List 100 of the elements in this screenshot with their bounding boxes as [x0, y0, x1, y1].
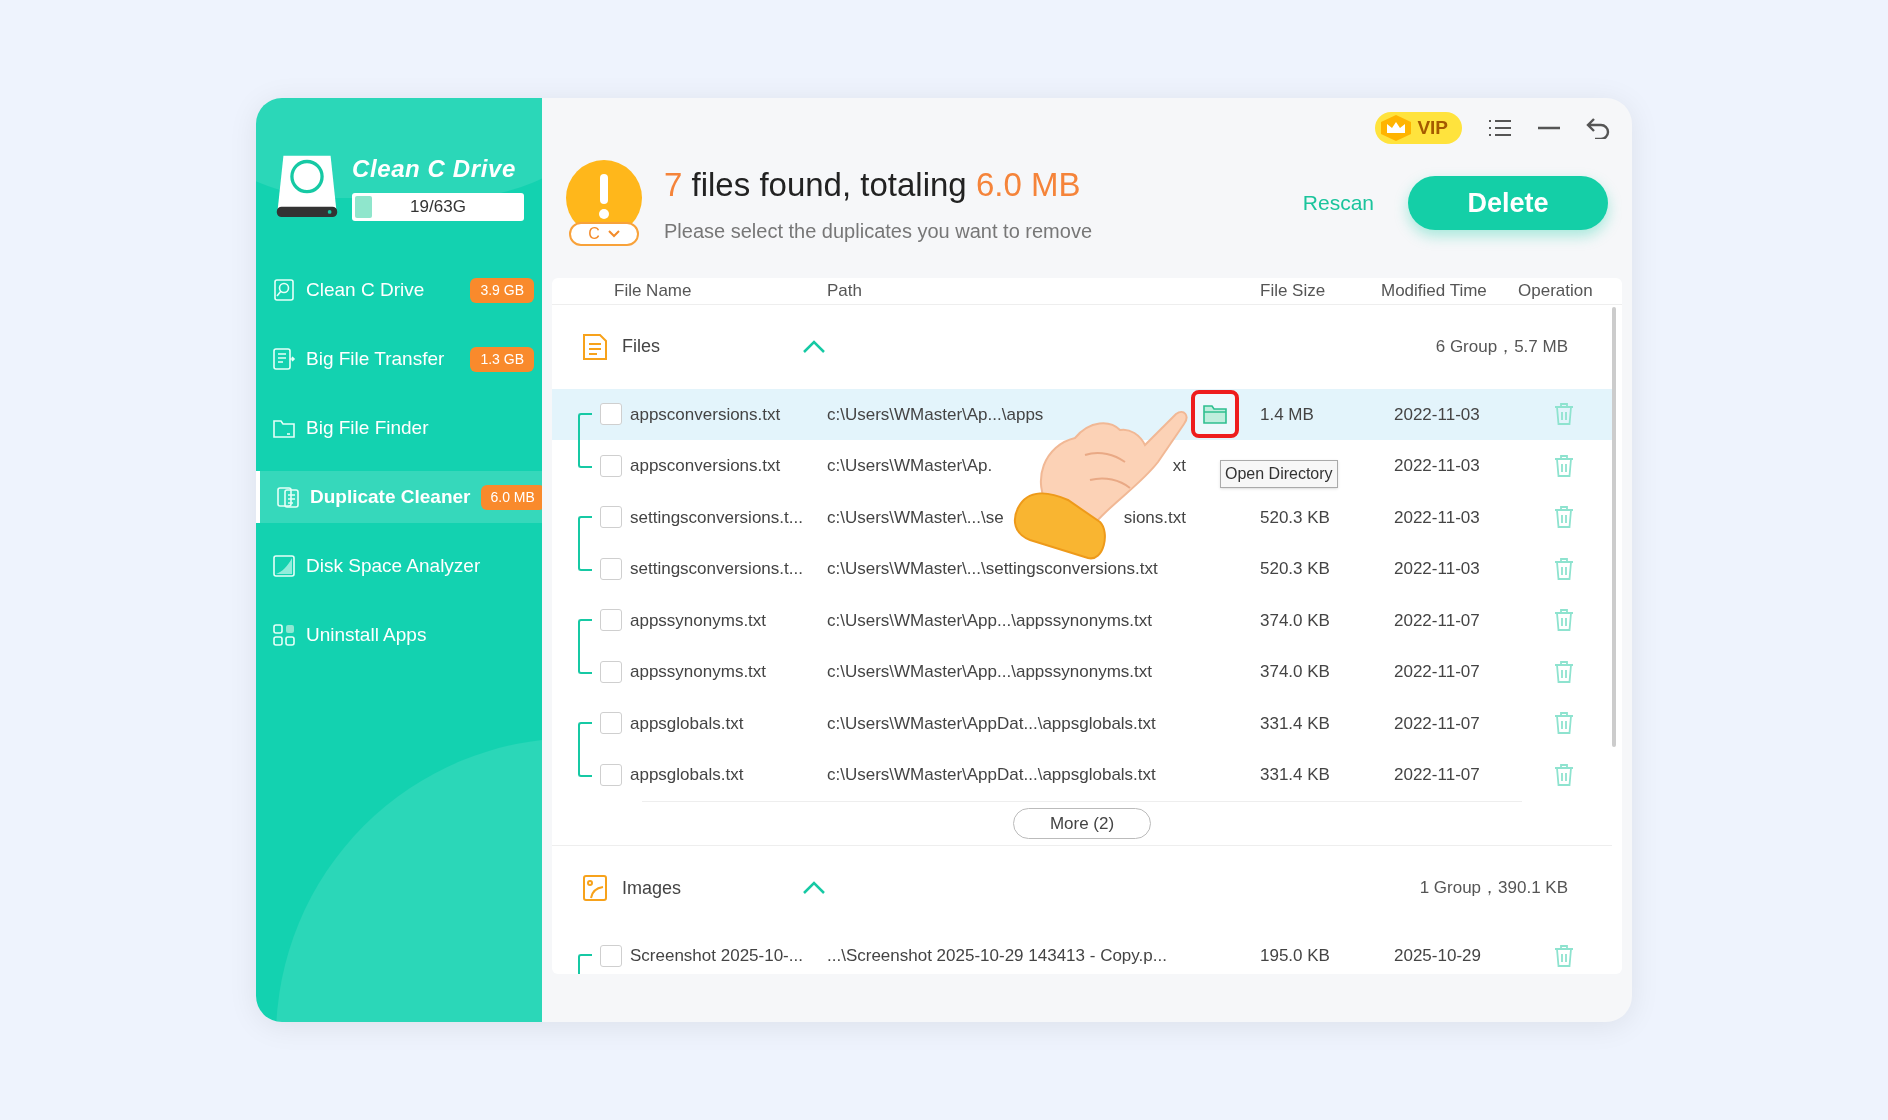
trash-icon[interactable]	[1553, 943, 1575, 968]
chart-icon	[272, 554, 296, 578]
file-path: ...\Screenshot 2025-10-29 143413 - Copy.p...	[827, 945, 1167, 967]
modified-date: 2022-11-07	[1394, 609, 1481, 632]
drive-selector[interactable]: C	[569, 222, 639, 246]
tooltip: Open Directory	[1220, 460, 1338, 488]
column-header: Modified Time	[1381, 280, 1488, 302]
file-size: 331.4 KB	[1260, 765, 1330, 784]
trash-icon[interactable]	[1553, 608, 1575, 633]
delete-button[interactable]: Delete	[1408, 176, 1608, 230]
nav-label: Uninstall Apps	[306, 622, 427, 647]
modified-date: 2022-11-03	[1394, 506, 1481, 529]
file-name: Screenshot 2025-10-...	[629, 945, 804, 967]
checkbox[interactable]	[600, 763, 622, 786]
group-bracket	[578, 618, 592, 674]
group-bracket	[578, 721, 592, 777]
highlighted-row[interactable]: appsconversions.txt c:\Users\WMaster\Ap...\apps 1.4 MB 2022-11-03	[552, 388, 1612, 440]
vip-label: VIP	[1417, 115, 1448, 140]
trash-icon[interactable]	[1553, 453, 1575, 478]
column-header: Path	[827, 280, 863, 302]
open-directory-button[interactable]	[1191, 390, 1239, 439]
document-arrow-icon	[272, 347, 296, 371]
file-name: appsglobals.txt	[629, 712, 745, 735]
checkbox[interactable]	[600, 506, 622, 529]
collapse-chevron-icon[interactable]	[802, 881, 826, 895]
file-path: sions.txt	[1123, 506, 1186, 529]
file-size: 374.0 KB	[1260, 610, 1330, 630]
checkbox[interactable]	[600, 944, 622, 967]
file-path: c:\Users\WMaster\App...\appssynonyms.txt	[827, 609, 1152, 632]
duplicate-documents-icon	[276, 485, 300, 509]
nav-item[interactable]: Uninstall Apps	[256, 609, 542, 661]
summary-subtitle: Please select the duplicates you want to remove	[664, 218, 1093, 244]
trash-icon[interactable]	[1553, 762, 1575, 787]
column-header: File Size	[1260, 280, 1327, 302]
file-path: c:\Users\WMaster\Ap.	[827, 455, 993, 477]
nav-item[interactable]: Disk Space Analyzer	[256, 540, 542, 592]
file-path: xt	[1172, 455, 1186, 477]
collapse-chevron-icon[interactable]	[802, 339, 826, 354]
file-path: c:\Users\WMaster\AppDat...\appsglobals.txt	[827, 712, 1156, 735]
file-size: 520.3 KB	[1260, 507, 1330, 527]
modified-date: 2022-11-07	[1394, 712, 1481, 735]
trash-icon[interactable]	[1553, 711, 1575, 736]
rescan-link[interactable]: Rescan	[1302, 187, 1374, 219]
folder-icon	[1203, 404, 1227, 425]
file-name: appsconversions.txt	[629, 403, 782, 426]
apps-grid-icon	[272, 623, 296, 647]
trash-icon[interactable]	[1553, 505, 1575, 530]
chevron-down-icon	[607, 230, 620, 238]
file-path: c:\Users\WMaster\Ap...\apps	[827, 403, 1044, 426]
nav-item[interactable]: Big File Finder	[256, 402, 542, 454]
file-path: c:\Users\WMaster\App...\appssynonyms.txt	[827, 661, 1152, 683]
file-size: 195.0 KB	[1260, 946, 1330, 965]
scrollbar[interactable]	[1612, 306, 1616, 747]
nav-label: Duplicate Cleaner	[310, 484, 471, 509]
back-arrow-icon[interactable]	[1586, 117, 1610, 139]
modified-date: 2022-11-07	[1394, 764, 1481, 786]
size-badge: 3.9 GB	[470, 277, 534, 303]
checkbox[interactable]	[600, 660, 622, 683]
size-badge: 6.0 MB	[480, 484, 542, 510]
section-summary: 1 Group，390.1 KB	[1419, 877, 1568, 900]
column-header: Operation	[1518, 280, 1593, 302]
modified-date: 2022-11-03	[1394, 403, 1481, 426]
file-name: appssynonyms.txt	[629, 661, 768, 683]
file-path: c:\Users\WMaster\...\settingsconversions.txt	[827, 558, 1158, 580]
modified-date: 2022-11-03	[1394, 455, 1481, 477]
trash-icon[interactable]	[1553, 402, 1575, 427]
file-size: 520.3 KB	[1260, 559, 1330, 578]
trash-icon[interactable]	[1553, 659, 1575, 684]
nav-item[interactable]: Big File Transfer 1.3 GB	[256, 333, 542, 385]
column-header: File Name	[613, 280, 693, 302]
file-path: c:\Users\WMaster\...\se	[827, 506, 1004, 529]
menu-icon[interactable]	[1488, 118, 1512, 138]
checkbox[interactable]	[600, 403, 622, 426]
vip-badge[interactable]: VIP	[1375, 112, 1462, 144]
file-name: settingsconversions.t...	[629, 506, 804, 529]
nav-label: Big File Transfer	[306, 346, 445, 371]
checkbox[interactable]	[600, 557, 622, 580]
nav-item[interactable]: Duplicate Cleaner 6.0 MB	[256, 471, 542, 523]
nav-item[interactable]: Clean C Drive 3.9 GB	[256, 264, 542, 316]
disk-usage-text: 19/63G	[410, 196, 466, 219]
file-name: appsconversions.txt	[629, 455, 782, 477]
modified-date: 2022-11-07	[1394, 661, 1481, 683]
modified-date: 2025-10-29	[1394, 945, 1482, 967]
size-badge: 1.3 GB	[470, 346, 534, 372]
checkbox[interactable]	[600, 454, 622, 477]
image-icon	[582, 874, 608, 902]
document-icon	[582, 332, 608, 361]
trash-icon[interactable]	[1553, 556, 1575, 581]
group-bracket	[578, 515, 592, 571]
file-size: 374.0 KB	[1260, 662, 1330, 681]
group-bracket	[578, 954, 592, 974]
minimize-icon[interactable]	[1538, 126, 1560, 130]
checkbox[interactable]	[600, 712, 622, 735]
nav-label: Big File Finder	[306, 415, 429, 440]
modified-date: 2022-11-03	[1394, 558, 1481, 580]
section-title: Files	[622, 335, 661, 358]
file-size: 1.4 MB	[1260, 404, 1314, 424]
nav-label: Disk Space Analyzer	[306, 553, 481, 578]
checkbox[interactable]	[600, 609, 622, 632]
app-title: Clean C Drive	[352, 154, 517, 184]
